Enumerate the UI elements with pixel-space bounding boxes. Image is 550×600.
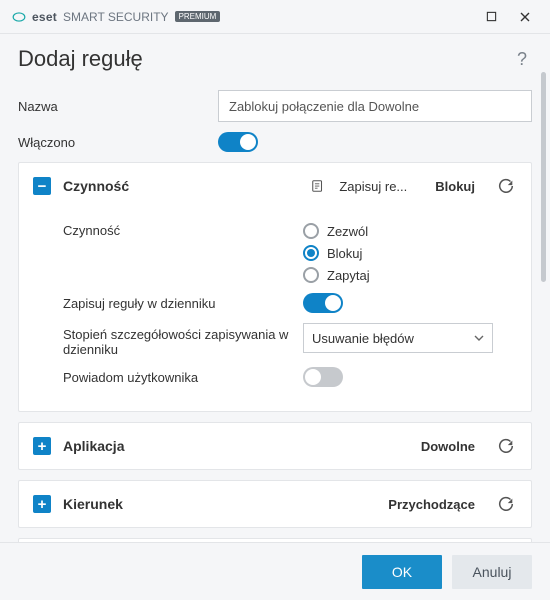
verbosity-select[interactable]: Usuwanie błędów	[303, 323, 493, 353]
verbosity-value: Usuwanie błędów	[312, 331, 414, 346]
panel-application: + Aplikacja Dowolne	[18, 422, 532, 470]
radio-icon	[303, 245, 319, 261]
page-title: Dodaj regułę	[18, 46, 143, 72]
notify-toggle[interactable]	[303, 367, 343, 387]
name-label: Nazwa	[18, 99, 218, 114]
brand: eset SMART SECURITY PREMIUM	[12, 10, 220, 24]
log-icon	[311, 179, 325, 193]
window-close-button[interactable]	[508, 2, 542, 32]
panel-action-header[interactable]: − Czynność Zapisuj re... Blokuj	[19, 163, 531, 209]
panel-action: − Czynność Zapisuj re... Blokuj Czynność…	[18, 162, 532, 412]
panel-action-log-summary: Zapisuj re...	[339, 179, 407, 194]
maximize-icon	[486, 11, 497, 22]
log-rules-toggle[interactable]	[303, 293, 343, 313]
radio-ask[interactable]: Zapytaj	[303, 267, 370, 283]
expand-icon: +	[33, 495, 51, 513]
brand-badge: PREMIUM	[175, 11, 221, 22]
reset-icon	[497, 495, 515, 513]
panel-direction: + Kierunek Przychodzące	[18, 480, 532, 528]
panel-application-reset[interactable]	[495, 435, 517, 457]
titlebar: eset SMART SECURITY PREMIUM	[0, 0, 550, 34]
enabled-label: Włączono	[18, 135, 218, 150]
panel-application-title: Aplikacja	[63, 438, 409, 454]
radio-icon	[303, 223, 319, 239]
radio-block-label: Blokuj	[327, 246, 362, 261]
panel-application-header[interactable]: + Aplikacja Dowolne	[19, 423, 531, 469]
panel-direction-title: Kierunek	[63, 496, 376, 512]
log-rules-label: Zapisuj reguły w dzienniku	[63, 296, 303, 311]
close-icon	[519, 11, 531, 23]
radio-allow-label: Zezwól	[327, 224, 368, 239]
panel-action-summary: Blokuj	[435, 179, 475, 194]
panel-direction-reset[interactable]	[495, 493, 517, 515]
verbosity-label: Stopień szczegółowości zapisywania w dzi…	[63, 323, 303, 357]
panel-direction-header[interactable]: + Kierunek Przychodzące	[19, 481, 531, 527]
notify-label: Powiadom użytkownika	[63, 370, 303, 385]
panel-action-title: Czynność	[63, 178, 299, 194]
chevron-down-icon	[474, 335, 484, 341]
brand-eset: eset	[32, 10, 57, 24]
cancel-button[interactable]: Anuluj	[452, 555, 532, 589]
panel-direction-summary: Przychodzące	[388, 497, 475, 512]
reset-icon	[497, 437, 515, 455]
enabled-toggle[interactable]	[218, 132, 258, 152]
radio-block[interactable]: Blokuj	[303, 245, 370, 261]
expand-icon: +	[33, 437, 51, 455]
dialog-header: Dodaj regułę ?	[0, 34, 550, 80]
panel-application-summary: Dowolne	[421, 439, 475, 454]
reset-icon	[497, 177, 515, 195]
ok-button[interactable]: OK	[362, 555, 442, 589]
name-input[interactable]	[218, 90, 532, 122]
brand-product: SMART SECURITY	[63, 10, 169, 24]
scrollbar[interactable]	[541, 72, 546, 282]
action-sub-label: Czynność	[63, 223, 303, 238]
radio-icon	[303, 267, 319, 283]
collapse-icon: −	[33, 177, 51, 195]
help-button[interactable]: ?	[512, 49, 532, 70]
panel-action-reset[interactable]	[495, 175, 517, 197]
radio-allow[interactable]: Zezwól	[303, 223, 370, 239]
brand-logo-icon	[12, 10, 26, 24]
radio-ask-label: Zapytaj	[327, 268, 370, 283]
dialog-footer: OK Anuluj	[0, 542, 550, 600]
window-maximize-button[interactable]	[474, 2, 508, 32]
